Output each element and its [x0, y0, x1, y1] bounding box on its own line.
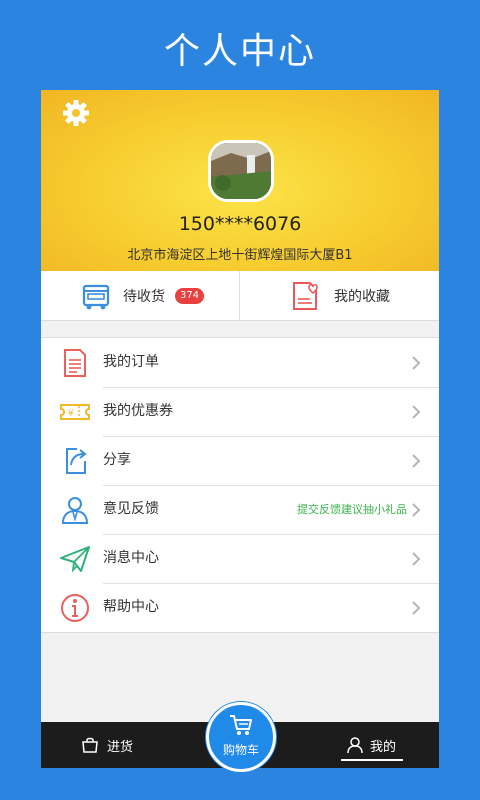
tab-mine[interactable]: 我的 [346, 722, 396, 768]
cart-label: 购物车 [222, 743, 259, 757]
active-tab-indicator [341, 759, 403, 761]
chevron-right-icon [412, 405, 421, 419]
paper-plane-icon [60, 546, 90, 573]
favorites-button[interactable]: 我的收藏 [240, 271, 438, 320]
cart-icon [230, 715, 252, 735]
menu-item-label: 消息中心 [103, 550, 159, 566]
truck-icon [82, 284, 110, 309]
chevron-right-icon [412, 552, 421, 566]
menu-item-label: 分享 [103, 452, 131, 468]
menu-item-label: 我的订单 [103, 354, 159, 370]
menu-item-help[interactable]: 帮助中心 [41, 583, 439, 632]
menu-item-label: 我的优惠券 [103, 403, 173, 419]
share-icon [66, 448, 87, 474]
user-address: 北京市海淀区上地十街辉煌国际大厦B1 [127, 248, 353, 263]
info-icon [61, 594, 89, 622]
menu-list: 我的订单 ¥ 我的优惠券 分享 意见反馈 提交反馈建议抽小礼品 消息中心 帮助中… [41, 337, 439, 633]
heart-document-icon [293, 281, 318, 310]
pending-delivery-label: 待收货 [123, 288, 165, 305]
gear-icon[interactable] [61, 98, 91, 128]
user-phone: 150****6076 [178, 213, 302, 235]
menu-item-messages[interactable]: 消息中心 [41, 534, 439, 583]
person-icon [347, 737, 363, 754]
menu-item-orders[interactable]: 我的订单 [41, 338, 439, 387]
pending-count-badge: 374 [175, 287, 205, 304]
menu-item-coupons[interactable]: ¥ 我的优惠券 [41, 387, 439, 436]
order-document-icon [64, 349, 86, 377]
menu-item-share[interactable]: 分享 [41, 436, 439, 485]
coupon-icon: ¥ [60, 404, 90, 420]
chevron-right-icon [412, 454, 421, 468]
svg-text:¥: ¥ [68, 409, 74, 419]
tab-restock[interactable]: 进货 [81, 722, 133, 768]
feedback-promo-hint: 提交反馈建议抽小礼品 [297, 503, 407, 516]
tab-label: 我的 [370, 739, 397, 755]
tab-label: 进货 [107, 739, 134, 755]
menu-item-label: 帮助中心 [103, 599, 159, 615]
chevron-right-icon [412, 601, 421, 615]
avatar[interactable] [208, 140, 274, 202]
cart-button[interactable]: 购物车 [206, 702, 276, 772]
menu-item-feedback[interactable]: 意见反馈 提交反馈建议抽小礼品 [41, 485, 439, 534]
avatar-landscape-image [211, 143, 271, 199]
bag-icon [82, 737, 98, 753]
chevron-right-icon [412, 356, 421, 370]
user-feedback-icon [61, 497, 89, 524]
profile-header: 150****6076 北京市海淀区上地十街辉煌国际大厦B1 [41, 90, 439, 271]
banner-title: 个人中心 [163, 31, 316, 72]
chevron-right-icon [412, 503, 421, 517]
pending-delivery-button[interactable]: 待收货 374 [41, 271, 240, 320]
favorites-label: 我的收藏 [334, 288, 390, 305]
app-screen: 150****6076 北京市海淀区上地十街辉煌国际大厦B1 待收货 374 我… [41, 90, 439, 768]
quick-actions: 待收货 374 我的收藏 [41, 271, 439, 321]
menu-item-label: 意见反馈 [103, 501, 159, 517]
